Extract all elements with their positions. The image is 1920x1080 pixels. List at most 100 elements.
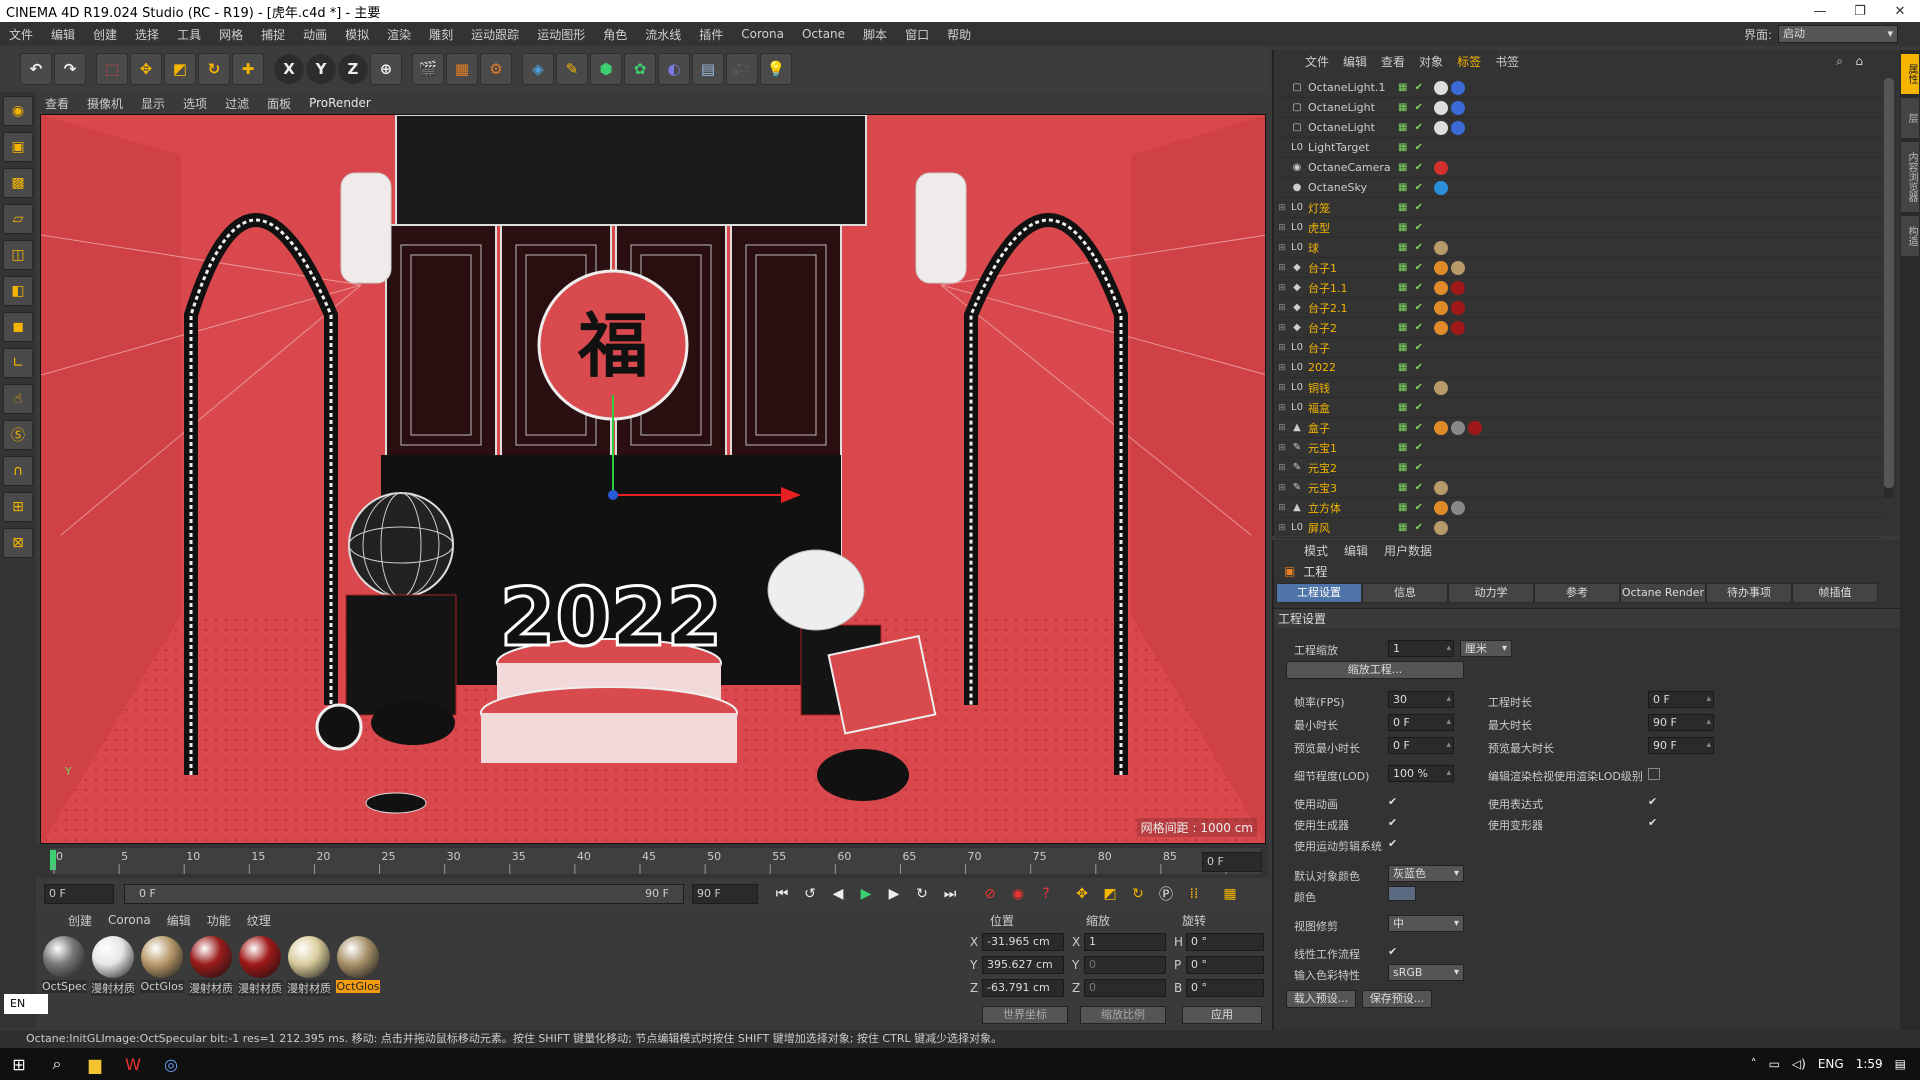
object-row[interactable]: ⊞ ◆ 台子2 ▦ ✔ <box>1276 318 1882 338</box>
key-position-icon[interactable]: ✥ <box>1070 882 1094 906</box>
material-tag-icon[interactable] <box>1434 260 1448 275</box>
rotate-icon[interactable]: ↻ <box>198 53 230 85</box>
cloner-icon[interactable]: ✿ <box>624 53 656 85</box>
menu-file[interactable]: 文件 <box>0 26 42 43</box>
object-row[interactable]: ▢ OctaneLight.1 ▦ ✔ <box>1276 78 1882 98</box>
visibility-toggle-icon[interactable]: ▦ ✔ <box>1398 482 1428 493</box>
duration-field[interactable]: 0 F <box>1648 691 1714 708</box>
object-row[interactable]: ⊞ ✎ 元宝1 ▦ ✔ <box>1276 438 1882 458</box>
expand-icon[interactable]: ⊞ <box>1276 323 1288 333</box>
render-picture-viewer-icon[interactable]: ▦ <box>446 53 478 85</box>
material-item[interactable]: OctGlos <box>140 936 184 996</box>
apply-button[interactable]: 应用 <box>1182 1005 1262 1024</box>
material-item[interactable]: 漫射材质 <box>238 936 282 996</box>
model-mode-icon[interactable]: ▣ <box>3 132 33 162</box>
x-axis-icon[interactable]: X <box>274 54 304 84</box>
menu-mesh[interactable]: 网格 <box>210 26 252 43</box>
vp-menu-camera[interactable]: 摄像机 <box>78 95 132 112</box>
material-tag-icon[interactable] <box>1451 280 1465 295</box>
object-row[interactable]: ⊞ L0 灯笼 ▦ ✔ <box>1276 198 1882 218</box>
scale-icon[interactable]: ◩ <box>164 53 196 85</box>
visibility-toggle-icon[interactable]: ▦ ✔ <box>1398 142 1428 153</box>
material-item[interactable]: OctSpec <box>42 936 86 996</box>
strip-tab-layers[interactable]: 层 <box>1901 98 1919 138</box>
preview-max-field[interactable]: 90 F <box>1648 737 1714 754</box>
go-to-start-icon[interactable]: ⏮ <box>770 882 794 906</box>
visibility-toggle-icon[interactable]: ▦ ✔ <box>1398 362 1428 373</box>
linear-workflow-checkbox[interactable]: ✔ <box>1388 946 1400 958</box>
cube-icon[interactable]: ◈ <box>522 53 554 85</box>
end-frame-field[interactable]: 90 F <box>692 884 758 904</box>
notifications-icon[interactable]: ▤ <box>1895 1057 1906 1071</box>
expand-icon[interactable]: ⊞ <box>1276 363 1288 373</box>
recent-tool-icon[interactable]: ✚ <box>232 53 264 85</box>
world-coords-dropdown[interactable]: 世界坐标 <box>982 1005 1068 1024</box>
object-row[interactable]: ⊞ ◆ 台子1 ▦ ✔ <box>1276 258 1882 278</box>
menu-animate[interactable]: 动画 <box>294 26 336 43</box>
material-tag-icon[interactable] <box>1434 380 1448 395</box>
object-row[interactable]: ⊞ L0 虎型 ▦ ✔ <box>1276 218 1882 238</box>
y-axis-icon[interactable]: Y <box>306 54 336 84</box>
z-axis-icon[interactable]: Z <box>338 54 368 84</box>
polygons-mode-icon[interactable]: ◼ <box>3 312 33 342</box>
expand-icon[interactable]: ⊞ <box>1276 423 1288 433</box>
expand-icon[interactable]: ⊞ <box>1276 383 1288 393</box>
key-scale-icon[interactable]: ◩ <box>1098 882 1122 906</box>
material-tag-icon[interactable] <box>1434 180 1448 195</box>
visibility-toggle-icon[interactable]: ▦ ✔ <box>1398 222 1428 233</box>
tab-octane-render[interactable]: Octane Render <box>1620 583 1706 603</box>
menu-select[interactable]: 选择 <box>126 26 168 43</box>
language-selector[interactable]: EN <box>4 994 48 1014</box>
menu-snap[interactable]: 捕捉 <box>252 26 294 43</box>
key-parameter-icon[interactable]: Ⓟ <box>1154 882 1178 906</box>
position-x-field[interactable]: -31.965 cm <box>982 932 1064 951</box>
visibility-toggle-icon[interactable]: ▦ ✔ <box>1398 282 1428 293</box>
clock[interactable]: 1:59 <box>1856 1057 1883 1071</box>
vp-menu-filter[interactable]: 过滤 <box>216 95 258 112</box>
undo-icon[interactable]: ↶ <box>20 53 52 85</box>
lod-field[interactable]: 100 % <box>1388 765 1454 782</box>
visibility-toggle-icon[interactable]: ▦ ✔ <box>1398 162 1428 173</box>
material-tag-icon[interactable] <box>1451 500 1465 515</box>
obj-menu-tags[interactable]: 标签 <box>1450 53 1488 70</box>
object-row[interactable]: ◉ OctaneCamera ▦ ✔ <box>1276 158 1882 178</box>
start-frame-field[interactable]: 0 F <box>44 884 114 904</box>
network-icon[interactable]: ▭ <box>1769 1057 1780 1071</box>
material-tag-icon[interactable] <box>1434 300 1448 315</box>
rotation-h-field[interactable]: 0 ° <box>1186 932 1264 951</box>
obj-menu-objects[interactable]: 对象 <box>1412 53 1450 70</box>
menu-script[interactable]: 脚本 <box>854 26 896 43</box>
max-time-field[interactable]: 90 F <box>1648 714 1714 731</box>
expand-icon[interactable]: ⊞ <box>1276 223 1288 233</box>
workplane-icon[interactable]: ▱ <box>3 204 33 234</box>
live-select-icon[interactable]: ⬚ <box>96 53 128 85</box>
make-editable-icon[interactable]: ◉ <box>3 96 33 126</box>
timeline-ruler[interactable]: 051015202530354045505560657075808590 <box>36 844 1268 878</box>
material-item[interactable]: 漫射材质 <box>287 936 331 996</box>
visibility-toggle-icon[interactable]: ▦ ✔ <box>1398 262 1428 273</box>
object-scrollbar[interactable] <box>1884 78 1894 498</box>
render-settings-icon[interactable]: ⚙ <box>480 53 512 85</box>
play-icon[interactable]: ▶ <box>854 882 878 906</box>
material-tag-icon[interactable] <box>1451 320 1465 335</box>
menu-corona[interactable]: Corona <box>732 27 793 41</box>
expand-icon[interactable]: ⊞ <box>1276 243 1288 253</box>
lock-workplane-icon[interactable]: ⊞ <box>3 492 33 522</box>
expand-icon[interactable]: ⊞ <box>1276 403 1288 413</box>
vp-menu-view[interactable]: 查看 <box>36 95 78 112</box>
layout-dropdown[interactable]: 启动 <box>1778 25 1898 43</box>
axis-mode-icon[interactable]: ∟ <box>3 348 33 378</box>
floor-icon[interactable]: ▤ <box>692 53 724 85</box>
strip-tab-structure[interactable]: 构造 <box>1901 216 1919 256</box>
scale-z-field[interactable]: 0 <box>1084 978 1166 997</box>
menu-edit[interactable]: 编辑 <box>42 26 84 43</box>
expand-icon[interactable]: ⊞ <box>1276 463 1288 473</box>
expand-icon[interactable]: ⊞ <box>1276 343 1288 353</box>
mat-menu-texture[interactable]: 纹理 <box>239 912 279 929</box>
attr-menu-mode[interactable]: 模式 <box>1296 542 1336 559</box>
tab-dynamics[interactable]: 动力学 <box>1448 583 1534 603</box>
prev-key-icon[interactable]: ↺ <box>798 882 822 906</box>
material-item[interactable]: OctGlos <box>336 936 380 996</box>
expand-icon[interactable]: ⊞ <box>1276 443 1288 453</box>
obj-menu-bookmarks[interactable]: 书签 <box>1488 53 1526 70</box>
